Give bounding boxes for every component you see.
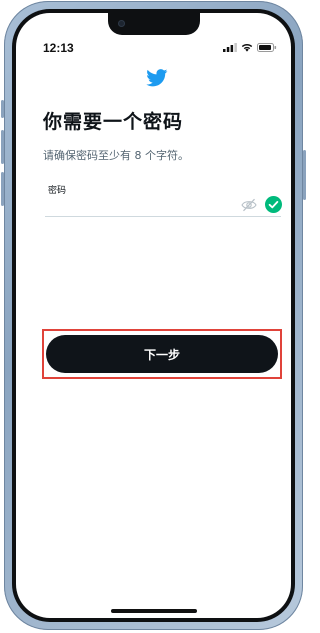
- check-circle-icon: [265, 196, 282, 213]
- page-subtitle: 请确保密码至少有 8 个字符。: [43, 149, 189, 162]
- phone-bezel: 12:13 你需要一个密码 请确保密码至少有 8 个字符。 密码 下一步: [12, 9, 295, 622]
- twitter-bird-icon: [146, 69, 168, 87]
- page-title: 你需要一个密码: [43, 111, 184, 133]
- phone-screen: 12:13 你需要一个密码 请确保密码至少有 8 个字符。 密码 下一步: [16, 13, 291, 618]
- front-camera: [118, 20, 125, 27]
- home-indicator[interactable]: [111, 609, 197, 613]
- next-button[interactable]: 下一步: [46, 335, 278, 373]
- password-field[interactable]: [48, 195, 244, 213]
- eye-slash-icon[interactable]: [241, 198, 257, 212]
- password-field-underline: [45, 216, 281, 217]
- phone-frame: 12:13 你需要一个密码 请确保密码至少有 8 个字符。 密码 下一步: [4, 1, 303, 630]
- wifi-icon: [241, 43, 253, 52]
- battery-icon: [257, 43, 277, 52]
- status-icons: [223, 43, 277, 52]
- power-button: [303, 150, 306, 200]
- signal-icon: [223, 43, 237, 52]
- screenshot: 12:13 你需要一个密码 请确保密码至少有 8 个字符。 密码 下一步: [0, 0, 307, 633]
- notch: [108, 13, 200, 35]
- status-time: 12:13: [43, 41, 74, 55]
